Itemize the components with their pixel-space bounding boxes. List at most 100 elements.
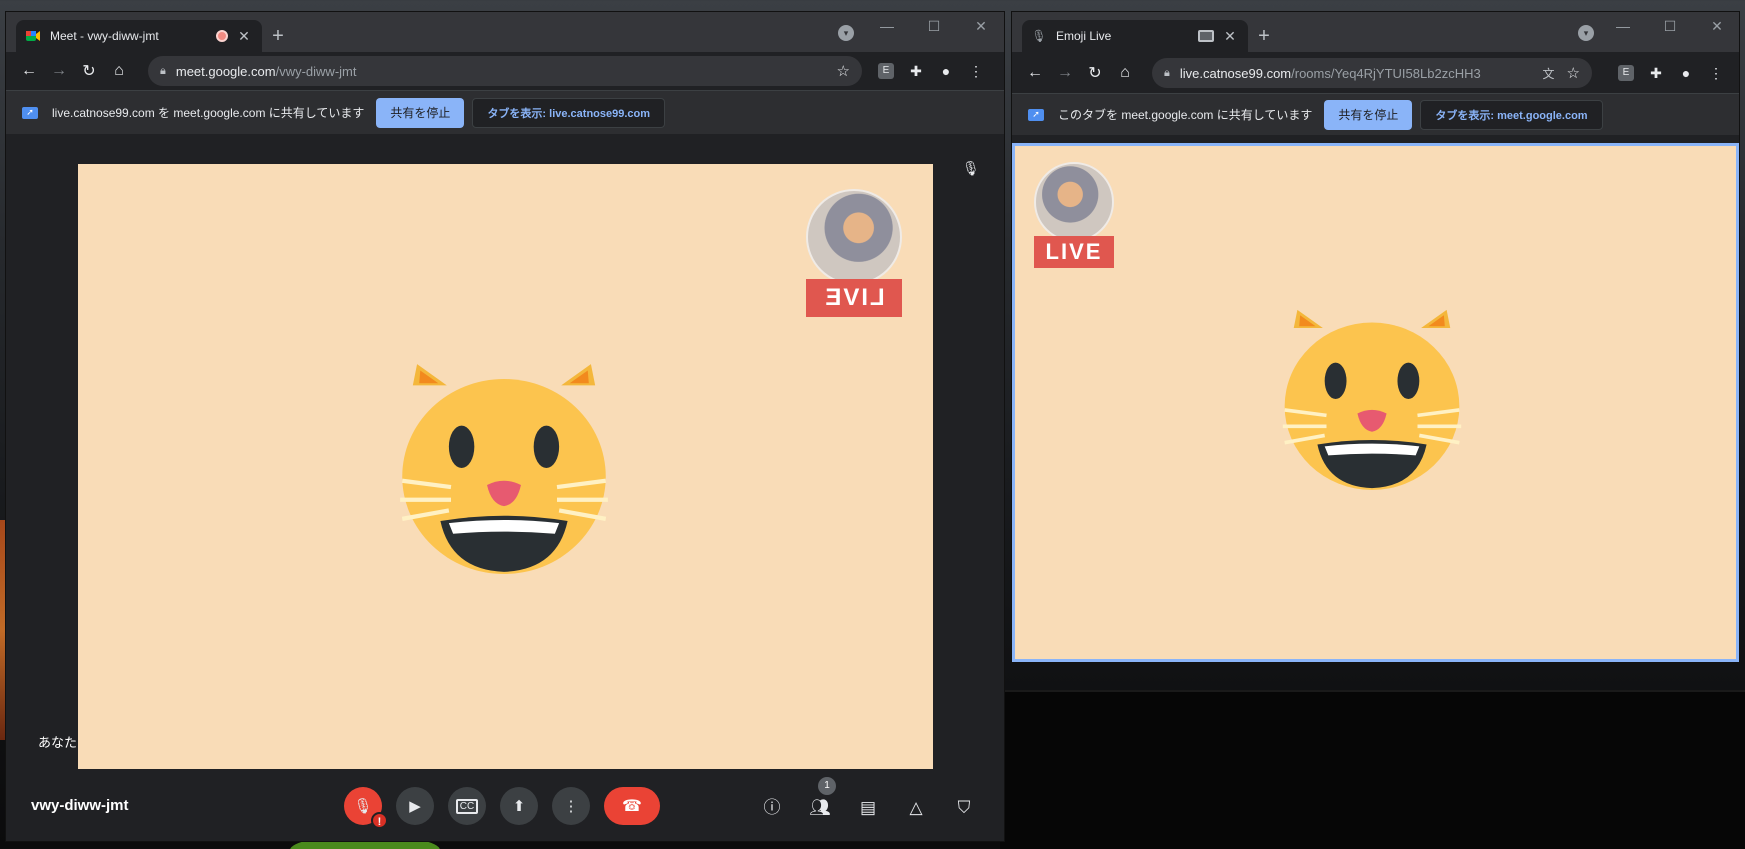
activities-icon: △ [909,798,923,817]
close-window-icon[interactable]: ✕ [1702,18,1732,35]
cat-emoji [1280,306,1463,492]
extension-e-icon[interactable]: E [878,63,894,79]
meet-icon [26,29,40,43]
presentation-view: LIVE [78,164,933,771]
menu-kebab-icon[interactable]: ⋮ [1706,63,1726,83]
tab-meet[interactable]: Meet - vwy-diww-jmt ✕ [16,20,262,52]
more-icon: ⋮ [563,798,579,815]
participant-count-badge: 1 [818,777,836,795]
chat-icon: ▤ [859,798,877,817]
present-button[interactable]: ⬆ [500,787,538,825]
chat-button[interactable]: ▤ [855,795,881,821]
extensions-puzzle-icon[interactable]: ✚ [906,61,926,81]
mic-muted-icon: 🎙︎ [962,160,980,176]
close-window-icon[interactable]: ✕ [966,18,996,35]
screen-share-icon [1198,30,1214,42]
browser-toolbar: ← → ↻ ⌂ 🔒︎ meet.google.com/vwy-diww-jmt … [6,52,1004,90]
mic-icon: 🎙︎ [1031,29,1047,43]
avatar [1034,162,1114,242]
address-bar[interactable]: 🔒︎ meet.google.com/vwy-diww-jmt ☆ [148,56,862,86]
minimize-icon[interactable]: — [872,18,902,34]
activities-button[interactable]: △ [903,795,929,821]
stop-sharing-button[interactable]: 共有を停止 [376,97,465,128]
meet-content: LIVE 🎙︎ あなた [6,135,1004,771]
profile-icon[interactable]: ● [1676,63,1696,83]
cast-icon: ➚ [1028,108,1044,121]
captions-button[interactable]: CC [448,787,486,825]
close-tab-icon[interactable]: ✕ [1222,28,1238,45]
close-tab-icon[interactable]: ✕ [236,28,252,45]
mic-toggle-button[interactable]: 🎙︎ ! [344,787,388,829]
mic-off-icon: 🎙︎ [353,798,373,815]
more-options-button[interactable]: ⋮ [552,787,590,825]
show-tab-button[interactable]: タブを表示: live.catnose99.com [472,97,666,128]
home-icon[interactable]: ⌂ [104,62,134,80]
new-tab-button[interactable]: + [264,22,292,50]
profile-icon[interactable]: ● [936,61,956,81]
camera-icon: ▶ [409,798,421,815]
url-host: live.catnose99.com [1179,65,1292,81]
tab-strip: Meet - vwy-diww-jmt ✕ + ▾ — ☐ ✕ [6,12,1004,52]
forward-icon[interactable]: → [44,62,74,80]
menu-kebab-icon[interactable]: ⋮ [966,61,986,81]
meeting-info-button[interactable]: ⓘ [759,795,785,821]
camera-toggle-button[interactable]: ▶ [396,787,434,825]
cat-emoji [398,360,610,576]
tab-search-icon[interactable]: ▾ [1578,25,1594,41]
desktop-wallpaper-hill [1000,690,1745,849]
meet-control-bar: vwy-diww-jmt 🎙︎ ! ▶ CC ⬆ ⋮ ☎ ⓘ 👥︎ 1 ▤ △ … [6,769,1004,841]
sharing-infobar: ➚ live.catnose99.com を meet.google.com に… [6,90,1004,134]
back-icon[interactable]: ← [14,62,44,80]
home-icon[interactable]: ⌂ [1110,64,1140,82]
recording-dot-icon [216,30,228,42]
url-path: /vwy-diww-jmt [275,63,357,79]
cast-icon: ➚ [22,106,38,119]
live-badge: LIVE [806,279,902,317]
sharing-infobar: ➚ このタブを meet.google.com に共有しています 共有を停止 タ… [1012,93,1739,135]
forward-icon[interactable]: → [1050,64,1080,82]
sharing-message: live.catnose99.com を meet.google.com に共有… [52,106,365,120]
new-tab-button[interactable]: + [1250,22,1278,50]
browser-toolbar: ← → ↻ ⌂ 🔒︎ live.catnose99.com/rooms/Yeq4… [1012,54,1739,92]
meeting-code[interactable]: vwy-diww-jmt [31,797,129,814]
bookmark-star-icon[interactable]: ☆ [1567,64,1580,82]
emoji-live-page: LIVE [1012,143,1739,662]
host-controls-icon: ⛉ [957,798,971,817]
people-icon: 👥︎ [809,798,831,817]
present-icon: ⬆ [512,798,526,815]
lock-icon: 🔒︎ [1164,66,1170,79]
url-path: /rooms/Yeq4RjYTUI58Lb2zcHH3 [1291,65,1481,81]
live-avatar: LIVE [1034,162,1114,268]
tab-title: Meet - vwy-diww-jmt [50,29,159,43]
show-tab-button[interactable]: タブを表示: meet.google.com [1420,99,1603,130]
sharing-message: このタブを meet.google.com に共有しています [1058,108,1313,122]
people-button[interactable]: 👥︎ 1 [807,777,836,821]
maximize-icon[interactable]: ☐ [919,18,949,35]
meet-browser-window: Meet - vwy-diww-jmt ✕ + ▾ — ☐ ✕ ← → ↻ ⌂ … [6,12,1004,841]
tab-strip: 🎙︎ Emoji Live ✕ + ▾ — ☐ ✕ [1012,12,1739,52]
address-bar[interactable]: 🔒︎ live.catnose99.com/rooms/Yeq4RjYTUI58… [1152,58,1592,88]
maximize-icon[interactable]: ☐ [1655,18,1685,35]
bookmark-star-icon[interactable]: ☆ [837,62,850,80]
tab-title: Emoji Live [1056,29,1112,43]
reload-icon[interactable]: ↻ [74,61,104,81]
extensions-puzzle-icon[interactable]: ✚ [1646,63,1666,83]
tab-search-icon[interactable]: ▾ [838,25,854,41]
live-badge: LIVE [1034,236,1114,268]
live-avatar-mirrored: LIVE [806,189,902,317]
avatar [806,189,902,285]
info-icon: ⓘ [763,798,781,817]
back-icon[interactable]: ← [1020,64,1050,82]
minimize-icon[interactable]: — [1608,18,1638,34]
mic-warning-icon: ! [371,812,388,829]
leave-call-button[interactable]: ☎ [604,787,660,825]
translate-icon[interactable]: 文 [1543,65,1555,82]
lock-icon: 🔒︎ [160,64,166,77]
stop-sharing-button[interactable]: 共有を停止 [1324,99,1413,130]
url-host: meet.google.com [175,63,276,79]
hangup-icon: ☎ [622,798,642,815]
reload-icon[interactable]: ↻ [1080,63,1110,83]
host-controls-button[interactable]: ⛉ [951,795,977,821]
extension-e-icon[interactable]: E [1618,65,1634,81]
tab-emoji-live[interactable]: 🎙︎ Emoji Live ✕ [1022,20,1248,52]
